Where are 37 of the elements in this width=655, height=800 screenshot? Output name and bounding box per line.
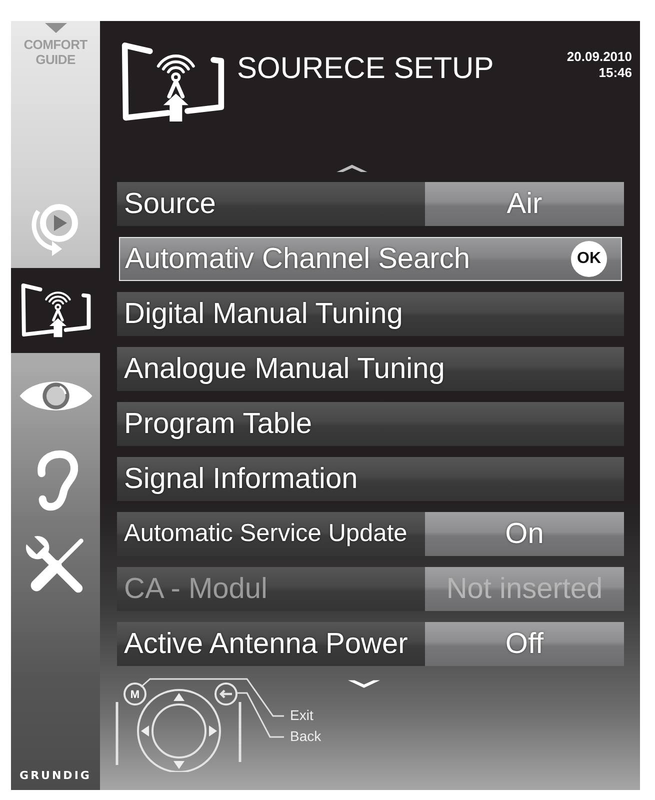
tv-antenna-icon [20, 282, 92, 340]
chevron-down-icon [348, 680, 380, 690]
menu-row[interactable]: Signal Information [117, 457, 624, 501]
value-selector[interactable]: On [425, 512, 624, 556]
back-key-icon [214, 682, 238, 706]
menu-label: Active Antenna Power [124, 627, 408, 661]
menu-label: CA - Modul [124, 572, 268, 606]
value-selector[interactable]: Air [425, 182, 624, 226]
brand-logo: GRUNDIG [20, 769, 92, 782]
menu-row[interactable]: Active Antenna Power Off [117, 622, 624, 666]
screen-title: SOURECE SETUP [237, 52, 494, 86]
menu-row[interactable]: Automatic Service Update On [117, 512, 624, 556]
back-label: Back [290, 728, 322, 745]
time-label: 15:46 [598, 65, 632, 81]
ok-key: OK [571, 241, 607, 277]
triangle-down-icon [44, 23, 66, 33]
menu-label: Source [124, 187, 216, 221]
menu-row[interactable]: Program Table [117, 402, 624, 446]
menu-label: Program Table [124, 407, 312, 441]
sidebar-tab[interactable] [11, 268, 100, 353]
menu-label: Digital Manual Tuning [124, 297, 403, 331]
menu-label: Automativ Channel Search [125, 242, 470, 276]
back-leader-line [237, 692, 284, 738]
menu-label: Signal Information [124, 462, 358, 496]
menu-key: M [124, 682, 146, 706]
menu-label: Analogue Manual Tuning [124, 352, 445, 386]
menu-row[interactable]: Source Air [117, 182, 624, 226]
exit-label: Exit [290, 707, 314, 724]
menu-label: Automatic Service Update [124, 519, 408, 549]
dpad-icon [137, 689, 221, 772]
menu-row[interactable]: Automativ Channel Search OK [119, 237, 622, 281]
date-label: 20.09.2010 [566, 49, 632, 65]
remote-edge-line [116, 702, 118, 765]
remote-edge-line [238, 702, 242, 762]
menu-row[interactable]: Digital Manual Tuning [117, 292, 624, 336]
chevron-up-icon [336, 163, 368, 172]
menu-row[interactable]: Analogue Manual Tuning [117, 347, 624, 391]
